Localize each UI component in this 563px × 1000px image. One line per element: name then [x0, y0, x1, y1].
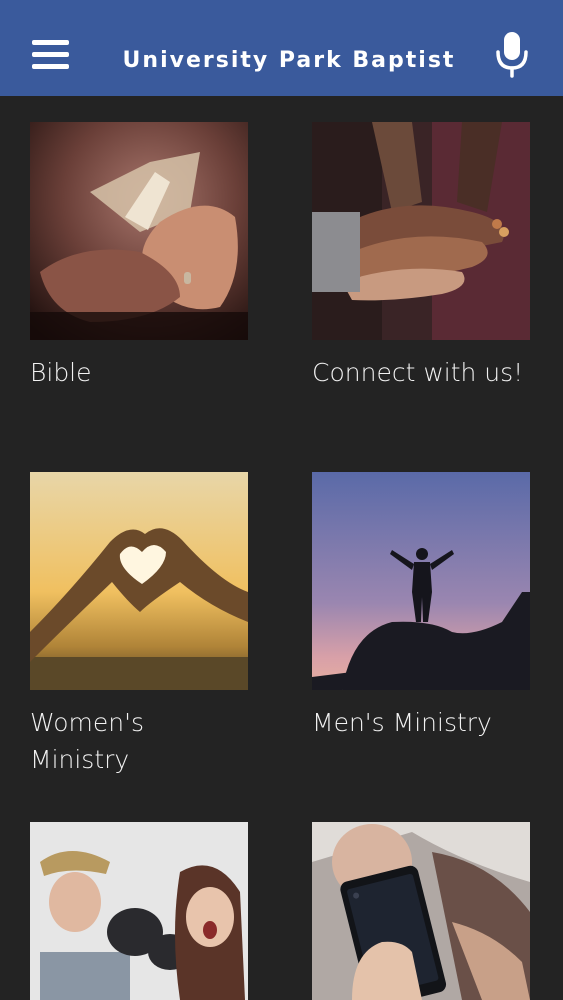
app-screen: University Park Baptist Bible Connect wi…: [0, 0, 563, 1000]
grid-item-label: Women's Ministry: [30, 708, 145, 774]
app-header: University Park Baptist: [0, 0, 563, 96]
hamburger-menu-icon[interactable]: [26, 34, 74, 76]
man-on-rock-silhouette-photo: [312, 472, 530, 690]
hand-holding-smartphone-photo: [312, 822, 530, 1000]
hands-holding-open-bible-photo: [30, 122, 248, 340]
grid-item-label: Bible: [30, 358, 92, 387]
couple-boxing-gloves-photo: [30, 822, 248, 1000]
grid-item-media[interactable]: [312, 822, 530, 1000]
grid-item-relationships[interactable]: [30, 822, 248, 1000]
stacked-hands-photo: [312, 122, 530, 340]
heart-hands-sunset-photo: [30, 472, 248, 690]
grid-item-connect[interactable]: Connect with us!: [312, 122, 530, 422]
app-title: University Park Baptist: [122, 48, 456, 73]
microphone-icon[interactable]: [490, 30, 534, 78]
grid-item-womens-ministry[interactable]: Women's Ministry: [30, 472, 248, 792]
grid-item-label: Connect with us!: [312, 358, 524, 387]
grid-item-bible[interactable]: Bible: [30, 122, 248, 422]
grid-item-mens-ministry[interactable]: Men's Ministry: [312, 472, 530, 772]
grid-item-label: Men's Ministry: [312, 708, 492, 737]
